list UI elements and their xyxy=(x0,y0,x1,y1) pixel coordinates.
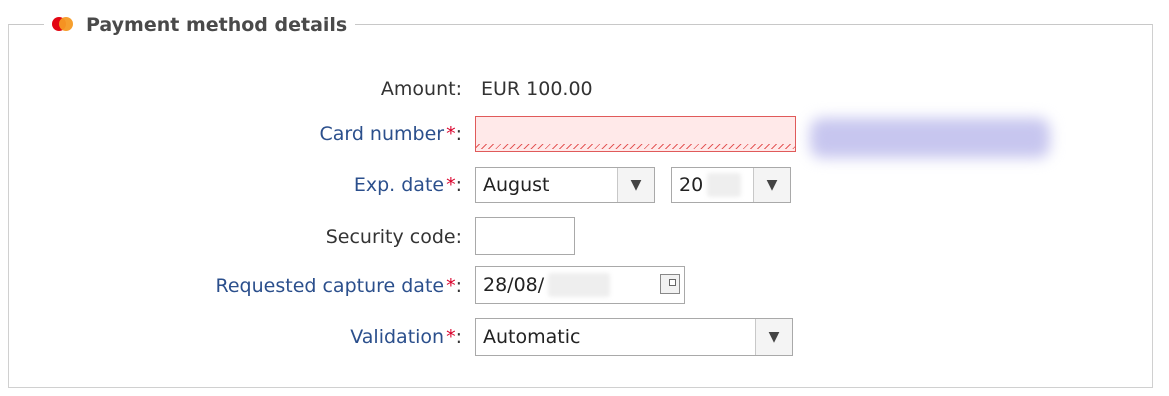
calendar-icon[interactable] xyxy=(660,274,680,294)
capture-date-input[interactable]: 28/08/ xyxy=(475,266,685,304)
capture-date-value: 28/08/ xyxy=(483,274,545,296)
exp-date-label-text: Exp. date xyxy=(353,174,445,196)
label-colon: : xyxy=(455,275,462,297)
redacted-year xyxy=(548,273,611,297)
mastercard-icon xyxy=(50,16,76,34)
card-number-input[interactable] xyxy=(475,116,796,152)
chevron-down-icon[interactable]: ▼ xyxy=(617,168,654,202)
redacted-card-info xyxy=(810,118,1050,158)
required-star: * xyxy=(446,174,456,196)
exp-year-select[interactable]: 20 ▼ xyxy=(671,167,791,203)
label-colon: : xyxy=(455,326,462,348)
exp-year-value: 20 xyxy=(679,174,704,196)
exp-month-value: August xyxy=(483,174,550,196)
section-legend: Payment method details xyxy=(44,12,356,38)
security-code-label: Security code: xyxy=(325,226,462,248)
section-title: Payment method details xyxy=(86,14,348,36)
exp-date-label: Exp. date *: xyxy=(354,165,462,205)
amount-label: Amount: xyxy=(380,78,462,100)
amount-value: EUR 100.00 xyxy=(481,78,593,100)
card-number-label-text: Card number xyxy=(319,123,445,145)
exp-month-select[interactable]: August ▼ xyxy=(475,167,655,203)
validation-label: Validation *: xyxy=(350,317,462,357)
capture-date-label-text: Requested capture date xyxy=(215,275,445,297)
required-star: * xyxy=(446,326,456,348)
security-code-input[interactable] xyxy=(475,217,575,255)
security-code-row: Security code: xyxy=(0,217,1169,257)
chevron-down-icon[interactable]: ▼ xyxy=(753,168,790,202)
amount-row: Amount: EUR 100.00 xyxy=(0,69,1169,109)
validation-error-underline xyxy=(476,144,795,149)
validation-value: Automatic xyxy=(483,326,581,348)
capture-date-label: Requested capture date *: xyxy=(216,266,462,306)
validation-label-text: Validation xyxy=(350,326,445,348)
required-star: * xyxy=(446,123,456,145)
label-colon: : xyxy=(455,123,462,145)
label-colon: : xyxy=(455,174,462,196)
chevron-down-icon[interactable]: ▼ xyxy=(755,319,792,355)
required-star: * xyxy=(446,275,456,297)
validation-select[interactable]: Automatic ▼ xyxy=(475,318,793,356)
card-number-label: Card number *: xyxy=(319,114,462,154)
redacted-year xyxy=(707,173,742,197)
